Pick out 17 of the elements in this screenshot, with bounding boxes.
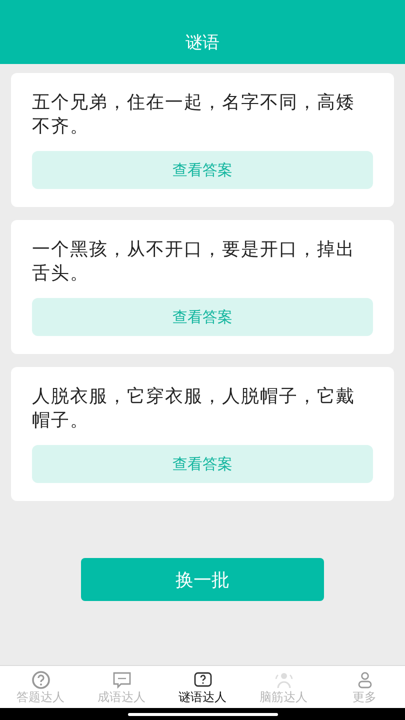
tab[interactable]: 答题达人 bbox=[0, 666, 81, 708]
riddle-text: 一个黑孩，从不开口，要是开口，掉出舌头。 bbox=[32, 238, 356, 286]
refresh-button[interactable]: 换一批 bbox=[81, 558, 324, 601]
show-answer-button[interactable]: 查看答案 bbox=[32, 445, 373, 483]
page-title: 谜语 bbox=[186, 32, 220, 54]
show-answer-button[interactable]: 查看答案 bbox=[32, 151, 373, 189]
tab[interactable]: 脑筋达人 bbox=[243, 666, 324, 708]
tab[interactable]: 更多 bbox=[324, 666, 405, 708]
tab[interactable]: 成语达人 bbox=[81, 666, 162, 708]
tab[interactable]: 谜语达人 bbox=[162, 666, 243, 708]
help-icon bbox=[30, 671, 50, 689]
chat-bubble-icon bbox=[112, 671, 132, 689]
riddle-text: 人脱衣服，它穿衣服，人脱帽子，它戴帽子。 bbox=[32, 385, 356, 433]
people-icon bbox=[274, 671, 294, 689]
riddle-text: 五个兄弟，住在一起，名字不同，高矮不齐。 bbox=[32, 91, 356, 139]
show-answer-button[interactable]: 查看答案 bbox=[32, 298, 373, 336]
question-square-icon bbox=[192, 671, 212, 689]
